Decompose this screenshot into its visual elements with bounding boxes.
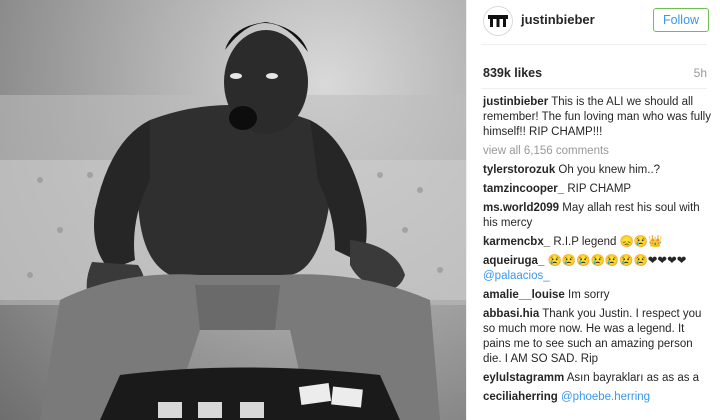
comment-item: aqueiruga_ 😢😢😢😢😢😢😢❤❤❤❤ @palaacios_ xyxy=(483,254,713,284)
comment-username[interactable]: tylerstorozuk xyxy=(483,164,555,176)
comment-text: Im sorry xyxy=(568,289,610,301)
comment-item: tylerstorozuk Oh you knew him..? xyxy=(483,163,713,178)
logo-avatar-icon[interactable] xyxy=(483,6,513,36)
comment-item: ms.world2099 May allah rest his soul wit… xyxy=(483,201,713,231)
comment-username[interactable]: ms.world2099 xyxy=(483,202,559,214)
comment-item: tamzincooper_ RIP CHAMP xyxy=(483,182,713,197)
likes-count[interactable]: 839k likes xyxy=(483,66,542,80)
header-divider xyxy=(481,44,707,45)
post-timestamp[interactable]: 5h xyxy=(694,66,707,80)
comment-text: Oh you knew him..? xyxy=(558,164,661,176)
comment-text: 😢😢😢😢😢😢😢❤❤❤❤ xyxy=(547,255,687,267)
post-meta-row: 839k likes 5h xyxy=(483,66,709,82)
caption-username[interactable]: justinbieber xyxy=(483,96,548,108)
comment-text: Asın bayrakları as as as a xyxy=(566,372,700,384)
post-header: justinbieber Follow xyxy=(467,0,720,42)
comment-username[interactable]: amalie__louise xyxy=(483,289,565,301)
comment-mention-link[interactable]: @palaacios_ xyxy=(483,270,550,282)
photo-illustration xyxy=(0,22,466,420)
comment-username[interactable]: eylulstagramm xyxy=(483,372,564,384)
comment-username[interactable]: karmencbx_ xyxy=(483,236,550,248)
comment-username[interactable]: tamzincooper_ xyxy=(483,183,564,195)
comment-text: RIP CHAMP xyxy=(567,183,632,195)
comment-item: karmencbx_ R.I.P legend 😞😢👑 xyxy=(483,235,713,250)
avatar-logo-glyph xyxy=(488,15,508,27)
post-username-link[interactable]: justinbieber xyxy=(521,12,595,27)
comments-list: justinbieber This is the ALI we should a… xyxy=(483,95,713,409)
post-photo[interactable] xyxy=(0,0,466,420)
view-all-comments-link[interactable]: view all 6,156 comments xyxy=(483,144,713,159)
comment-username[interactable]: aqueiruga_ xyxy=(483,255,544,267)
comment-item: abbasi.hia Thank you Justin. I respect y… xyxy=(483,307,713,367)
comment-username[interactable]: abbasi.hia xyxy=(483,308,539,320)
comment-username[interactable]: ceciliaherring xyxy=(483,391,558,403)
post-side-panel: justinbieber Follow 839k likes 5h justin… xyxy=(466,0,720,420)
meta-divider xyxy=(481,88,707,89)
follow-button[interactable]: Follow xyxy=(653,8,709,32)
comment-item: eylulstagramm Asın bayrakları as as as a xyxy=(483,371,713,386)
comment-text: R.I.P legend 😞😢👑 xyxy=(553,236,663,248)
comment-item: ceciliaherring @phoebe.herring xyxy=(483,390,713,405)
comment-mention-link[interactable]: @phoebe.herring xyxy=(561,391,650,403)
comment-item: amalie__louise Im sorry xyxy=(483,288,713,303)
post-caption: justinbieber This is the ALI we should a… xyxy=(483,95,713,140)
